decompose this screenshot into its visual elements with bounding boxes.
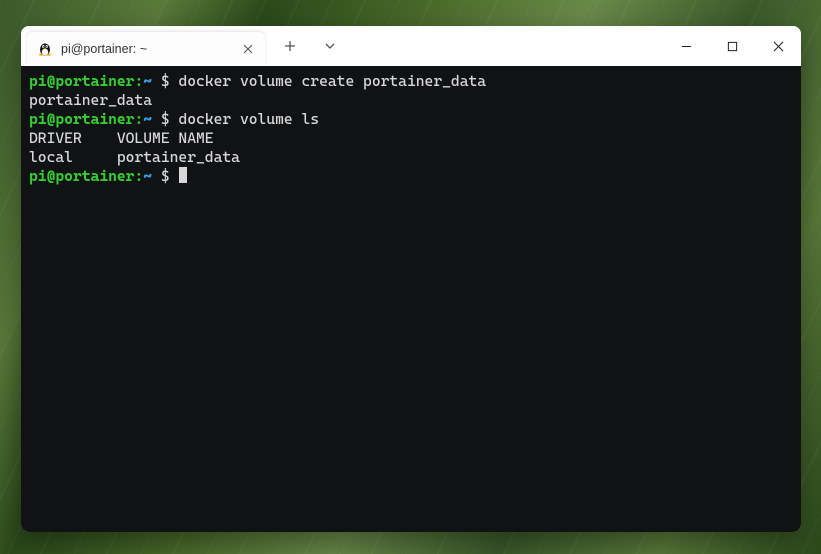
titlebar-actions (277, 26, 343, 66)
tab-dropdown-button[interactable] (317, 33, 343, 59)
prompt-symbol: $ (161, 110, 170, 128)
cursor (179, 167, 187, 183)
terminal-output: portainer_data (29, 91, 793, 110)
command-text: docker volume create portainer_data (178, 72, 486, 90)
tab-active[interactable]: pi@portainer: ~ (27, 32, 265, 66)
prompt-symbol: $ (161, 167, 170, 185)
new-tab-button[interactable] (277, 33, 303, 59)
prompt-symbol: $ (161, 72, 170, 90)
command-text: docker volume ls (178, 110, 319, 128)
prompt-sep: : (134, 72, 143, 90)
terminal-output: local portainer_data (29, 148, 793, 167)
prompt-path: ~ (143, 110, 152, 128)
terminal-line: pi@portainer:~ $ docker volume create po… (29, 72, 793, 91)
prompt-user-host: pi@portainer (29, 167, 134, 185)
terminal-line: pi@portainer:~ $ (29, 167, 793, 186)
tab-close-button[interactable] (239, 40, 257, 58)
tux-icon (37, 41, 53, 57)
window-titlebar[interactable]: pi@portainer: ~ (21, 26, 801, 66)
minimize-button[interactable] (663, 26, 709, 66)
prompt-user-host: pi@portainer (29, 110, 134, 128)
prompt-path: ~ (143, 167, 152, 185)
prompt-path: ~ (143, 72, 152, 90)
prompt-user-host: pi@portainer (29, 72, 134, 90)
terminal-output: DRIVER VOLUME NAME (29, 129, 793, 148)
terminal-body[interactable]: pi@portainer:~ $ docker volume create po… (21, 66, 801, 532)
prompt-sep: : (134, 110, 143, 128)
terminal-line: pi@portainer:~ $ docker volume ls (29, 110, 793, 129)
tab-title: pi@portainer: ~ (61, 42, 231, 56)
terminal-window: pi@portainer: ~ pi@portainer:~ (21, 26, 801, 532)
prompt-sep: : (134, 167, 143, 185)
window-controls (663, 26, 801, 66)
close-button[interactable] (755, 26, 801, 66)
maximize-button[interactable] (709, 26, 755, 66)
